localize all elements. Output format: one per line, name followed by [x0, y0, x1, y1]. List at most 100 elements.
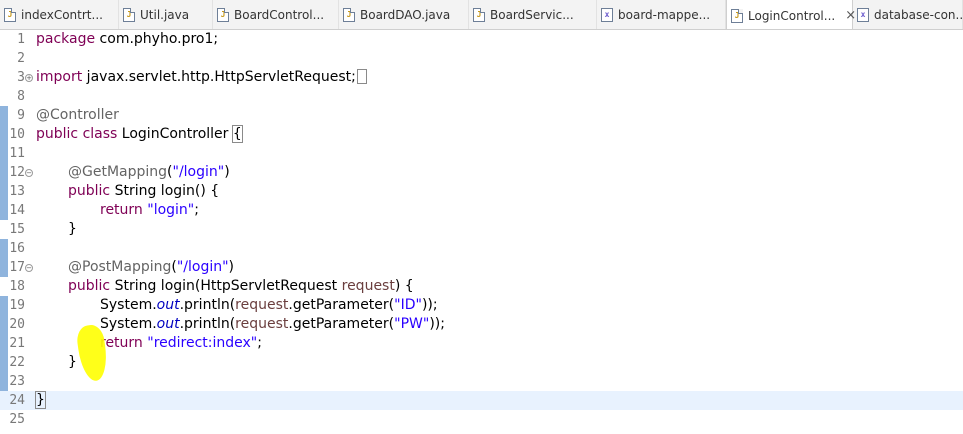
code-line[interactable]: 18 public String login(HttpServletRequest…: [0, 277, 963, 296]
code-text: }: [35, 391, 46, 410]
collapsed-code-indicator[interactable]: [356, 69, 367, 84]
code-line[interactable]: 2: [0, 49, 963, 68]
code-token: out: [156, 316, 180, 332]
code-text: }: [36, 353, 77, 372]
tab-5[interactable]: x board-mappe...: [597, 0, 726, 29]
line-number: 3: [17, 70, 25, 85]
line-number: 15: [9, 222, 25, 237]
code-text: public String login(HttpServletRequest r…: [36, 277, 414, 296]
line-number: 12: [9, 165, 25, 180]
code-token: .println(: [179, 297, 236, 313]
line-number: 22: [9, 355, 25, 370]
line-number: 25: [9, 412, 25, 427]
line-number: 14: [9, 203, 25, 218]
code-token: return: [100, 335, 143, 351]
editor-tab-bar: JindexContrt... J Util.java J BoardControl..…: [0, 0, 963, 30]
tab-label: BoardServic...: [490, 8, 574, 22]
code-token: .getParameter(: [288, 297, 395, 313]
code-line[interactable]: 3 + import javax.servlet.http.HttpServletR…: [0, 68, 963, 87]
code-line[interactable]: 20 System.out.println(request.getParamete…: [0, 315, 963, 334]
code-line[interactable]: 14 return "login";: [0, 201, 963, 220]
code-line[interactable]: 24}: [0, 391, 963, 410]
code-line[interactable]: 11: [0, 144, 963, 163]
code-line[interactable]: 13 public String login() {: [0, 182, 963, 201]
tab-3[interactable]: J BoardDAO.java: [339, 0, 469, 29]
line-number: 21: [9, 336, 25, 351]
code-token: System.: [100, 297, 157, 313]
code-line[interactable]: 25: [0, 410, 963, 429]
line-number: 20: [9, 317, 25, 332]
line-number: 1: [17, 32, 25, 47]
code-token: "redirect:index": [147, 335, 258, 351]
code-token: public: [68, 278, 111, 294]
code-token: @GetMapping: [68, 164, 168, 180]
code-text: }: [36, 220, 77, 239]
code-token: "ID": [394, 297, 422, 313]
code-text: public class LoginController {: [36, 125, 243, 144]
tab-0[interactable]: JindexContrt...: [0, 0, 119, 29]
code-token: System.: [100, 316, 157, 332]
fold-collapse-icon[interactable]: −: [25, 169, 33, 177]
tab-6[interactable]: J LoginControl... ×: [726, 0, 856, 29]
code-editor[interactable]: 1 package com.phyho.pro1; 2 3 + import javax.…: [0, 30, 963, 434]
code-token: ): [224, 164, 230, 180]
code-line[interactable]: 23: [0, 372, 963, 391]
code-token: request: [235, 297, 289, 313]
tab-label: LoginControl...: [748, 8, 836, 23]
code-line[interactable]: 1 package com.phyho.pro1;: [0, 30, 963, 49]
code-token: }: [68, 354, 77, 370]
code-text: @GetMapping("/login"): [36, 163, 230, 182]
code-token: package: [36, 31, 96, 47]
code-token: {: [231, 125, 243, 143]
code-line[interactable]: 17− @PostMapping("/login"): [0, 258, 963, 277]
code-line[interactable]: 21 return "redirect:index";: [0, 334, 963, 353]
java-file-icon: J: [473, 8, 485, 22]
code-text: System.out.println(request.getParameter(…: [36, 296, 438, 315]
code-text: return "login";: [36, 201, 199, 220]
code-token: ));: [421, 297, 438, 313]
line-number: 11: [9, 146, 25, 161]
fold-collapse-icon[interactable]: −: [25, 264, 33, 272]
java-file-icon: J: [217, 8, 229, 22]
code-token: class: [82, 126, 118, 142]
code-token: }: [68, 221, 77, 237]
code-line[interactable]: 16: [0, 239, 963, 258]
code-line[interactable]: 12− @GetMapping("/login"): [0, 163, 963, 182]
tab-label: database-con...: [874, 8, 963, 22]
code-lines[interactable]: 1 package com.phyho.pro1; 2 3 + import javax.…: [0, 30, 963, 429]
code-line[interactable]: 10 public class LoginController {: [0, 125, 963, 144]
tab-label: board-mappe...: [618, 8, 711, 22]
tab-7[interactable]: x database-con...: [853, 0, 963, 29]
code-line[interactable]: 9 @Controller: [0, 106, 963, 125]
code-text: package com.phyho.pro1;: [36, 30, 218, 49]
tab-2[interactable]: J BoardControl...: [213, 0, 339, 29]
code-token: public: [36, 126, 79, 142]
code-token: javax.servlet.http.HttpServletRequest;: [82, 69, 356, 85]
code-text: import javax.servlet.http.HttpServletReq…: [36, 68, 367, 87]
code-line[interactable]: 19 System.out.println(request.getParamete…: [0, 296, 963, 315]
fold-expand-icon[interactable]: +: [25, 74, 33, 82]
line-number: 23: [9, 374, 25, 389]
line-number: 2: [17, 51, 25, 66]
tab-label: BoardDAO.java: [360, 8, 451, 22]
code-token: "/login": [176, 259, 229, 275]
code-token: ));: [429, 316, 445, 332]
code-text: @PostMapping("/login"): [36, 258, 234, 277]
code-token: @PostMapping: [68, 259, 172, 275]
tab-1[interactable]: J Util.java: [119, 0, 213, 29]
code-token: com.phyho.pro1;: [95, 31, 219, 47]
line-number: 18: [9, 279, 25, 294]
code-line[interactable]: 15}: [0, 220, 963, 239]
code-token: request: [235, 316, 289, 332]
code-token: "/login": [172, 164, 225, 180]
tab-4[interactable]: J BoardServic...: [469, 0, 597, 29]
java-file-icon: J: [343, 8, 355, 22]
java-file-icon: J: [731, 8, 743, 23]
tab-label: indexContrt...: [21, 8, 103, 22]
code-line[interactable]: 8: [0, 87, 963, 106]
code-token: ;: [194, 202, 199, 218]
code-line[interactable]: 22}: [0, 353, 963, 372]
code-token: ) {: [394, 278, 414, 294]
code-token: .getParameter(: [288, 316, 395, 332]
code-token: "PW": [394, 316, 430, 332]
